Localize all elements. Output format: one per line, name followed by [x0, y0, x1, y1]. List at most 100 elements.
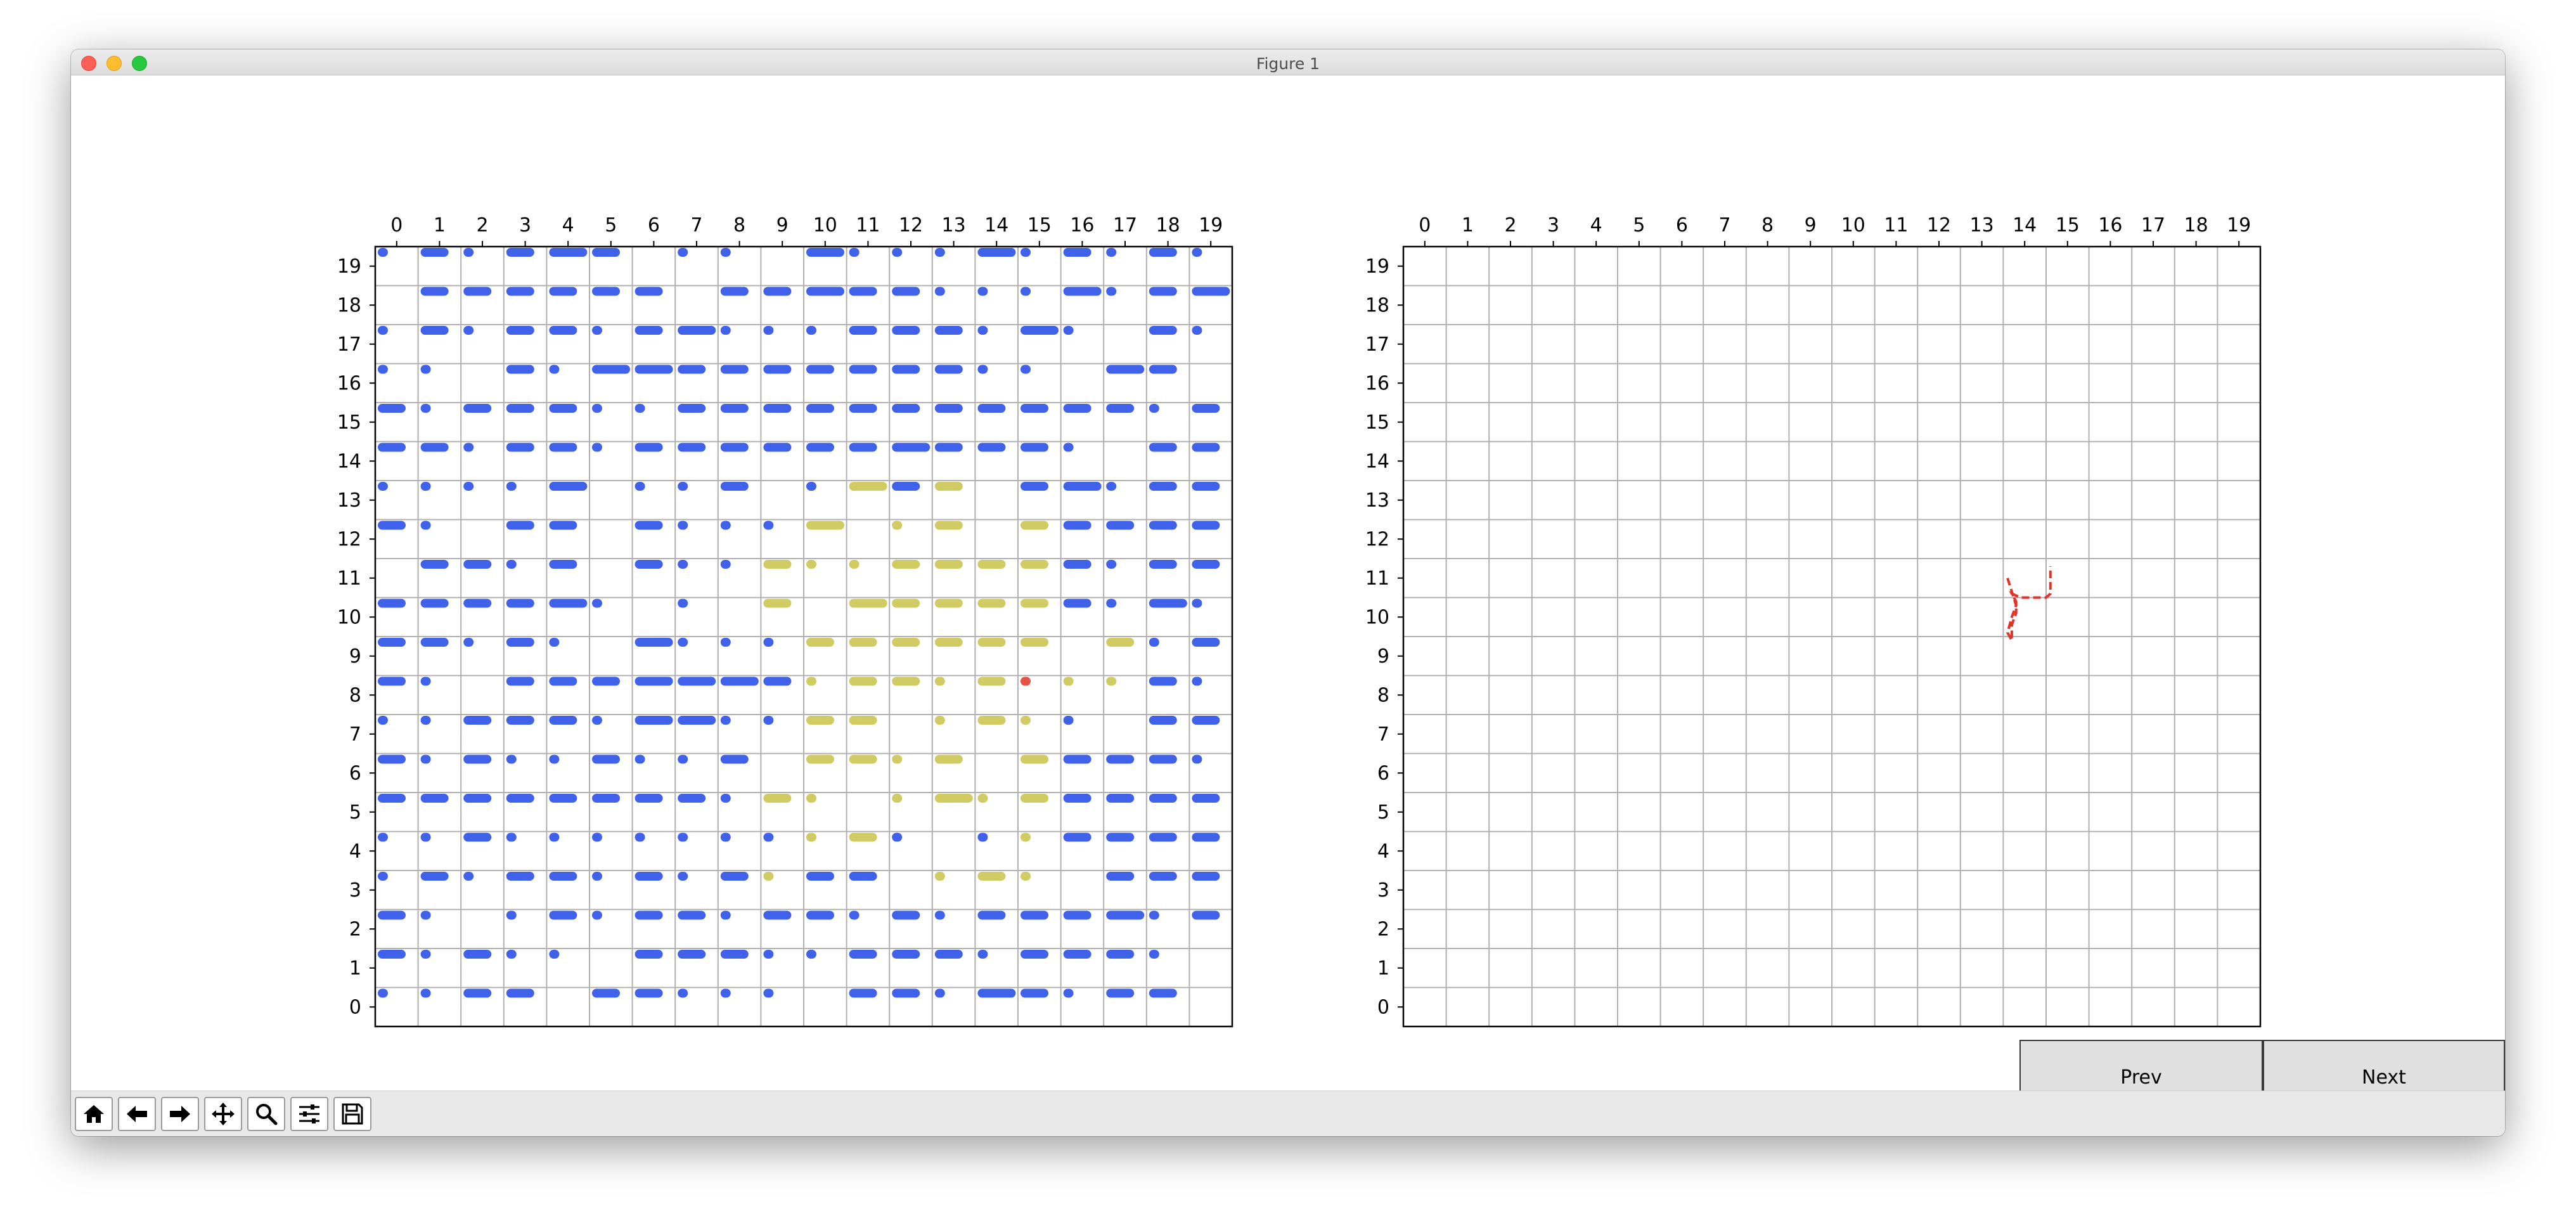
save-button[interactable]: [333, 1097, 371, 1131]
grid-cell-mark: [1021, 716, 1031, 725]
grid-cell-mark: [720, 443, 749, 452]
grid-cell-mark: [977, 676, 1006, 686]
grid-cell-mark: [678, 482, 688, 491]
right-y-tick-label: 0: [1377, 996, 1389, 1018]
left-x-tick-label: 17: [1113, 214, 1137, 236]
grid-cell-mark: [1021, 599, 1048, 608]
grid-cell-mark: [763, 287, 792, 296]
grid-cell-mark: [634, 794, 663, 803]
navigation-toolbar: [71, 1091, 2505, 1136]
grid-cell-mark: [678, 832, 688, 842]
grid-cell-mark: [506, 560, 517, 569]
grid-cell-mark: [806, 521, 844, 530]
right-y-tick-label: 3: [1377, 879, 1389, 902]
grid-cell-mark: [806, 716, 834, 725]
grid-cell-mark: [977, 287, 988, 296]
grid-cell-mark: [849, 872, 877, 881]
grid-cell-mark: [1063, 326, 1074, 335]
grid-cell-mark: [1149, 599, 1187, 608]
grid-cell-mark: [1063, 404, 1092, 413]
grid-cell-mark: [720, 950, 749, 959]
grid-cell-mark: [763, 910, 792, 920]
grid-cell-mark: [849, 716, 877, 725]
back-arrow-icon: [127, 1106, 147, 1122]
left-x-tick-label: 14: [984, 214, 1008, 236]
grid-cell-mark: [378, 248, 388, 257]
grid-cell-mark: [1021, 326, 1059, 335]
grid-cell-mark: [1021, 950, 1048, 959]
grid-cell-mark: [720, 248, 731, 257]
left-x-tick-label: 16: [1070, 214, 1094, 236]
grid-cell-mark: [1106, 521, 1135, 530]
left-y-tick-label: 8: [349, 684, 361, 706]
grid-cell-mark: [634, 638, 673, 647]
grid-cell-mark: [977, 910, 1006, 920]
grid-cell-mark: [849, 326, 877, 335]
grid-cell-mark: [806, 638, 834, 647]
left-x-tick-label: 6: [648, 214, 660, 236]
grid-cell-mark: [1063, 754, 1092, 764]
home-button[interactable]: [75, 1097, 113, 1131]
left-x-tick-label: 4: [562, 214, 574, 236]
grid-cell-mark: [678, 365, 706, 374]
forward-arrow-icon: [170, 1106, 190, 1122]
right-y-tick-label: 11: [1365, 567, 1389, 590]
grid-cell-mark: [592, 676, 620, 686]
grid-cell-mark: [806, 832, 816, 842]
grid-cell-mark: [506, 482, 517, 491]
grid-cell-mark: [1149, 248, 1177, 257]
grid-cell-mark: [592, 988, 620, 998]
grid-cell-mark: [977, 404, 1006, 413]
grid-cell-mark: [1149, 988, 1177, 998]
grid-cell-mark: [934, 404, 963, 413]
configure-subplots-button[interactable]: [290, 1097, 328, 1131]
grid-cell-mark: [1106, 404, 1135, 413]
grid-cell-mark: [420, 754, 431, 764]
grid-cell-mark: [720, 482, 749, 491]
pan-button[interactable]: [204, 1097, 242, 1131]
grid-cell-mark: [1063, 716, 1074, 725]
right-x-tick-label: 4: [1590, 214, 1602, 236]
left-x-tick-label: 3: [519, 214, 531, 236]
grid-cell-mark: [977, 560, 1006, 569]
left-y-tick-label: 18: [337, 294, 361, 316]
title-bar: Figure 1: [71, 49, 2505, 75]
grid-cell-mark: [1063, 910, 1092, 920]
grid-cell-mark: [1063, 443, 1074, 452]
grid-cell-mark: [977, 443, 1006, 452]
right-y-tick-label: 15: [1365, 411, 1389, 434]
grid-cell-mark: [763, 365, 792, 374]
grid-cell-mark: [1106, 872, 1135, 881]
grid-cell-mark: [1063, 599, 1092, 608]
grid-cell-mark: [1149, 872, 1177, 881]
grid-cell-mark: [463, 248, 474, 257]
grid-cell-mark: [1106, 599, 1117, 608]
grid-cell-mark: [506, 676, 534, 686]
grid-cell-mark: [892, 248, 903, 257]
grid-cell-mark: [592, 326, 602, 335]
right-y-tick-label: 12: [1365, 528, 1389, 550]
grid-cell-mark: [592, 910, 602, 920]
grid-cell-mark: [678, 872, 688, 881]
grid-cell-mark: [549, 365, 560, 374]
grid-cell-mark: [378, 326, 388, 335]
forward-button[interactable]: [161, 1097, 199, 1131]
back-button[interactable]: [118, 1097, 156, 1131]
grid-cell-mark: [806, 482, 816, 491]
left-y-tick-label: 7: [349, 723, 361, 746]
grid-cell-mark: [720, 716, 731, 725]
grid-cell-mark: [506, 365, 534, 374]
grid-cell-mark: [378, 988, 388, 998]
grid-cell-mark: [420, 560, 449, 569]
grid-cell-mark: [678, 676, 716, 686]
grid-cell-mark: [634, 676, 673, 686]
left-x-tick-label: 10: [813, 214, 837, 236]
zoom-button[interactable]: [247, 1097, 285, 1131]
grid-cell-mark: [549, 404, 577, 413]
grid-cell-mark: [934, 326, 963, 335]
grid-cell-mark: [1192, 404, 1220, 413]
grid-cell-mark: [892, 560, 920, 569]
grid-cell-mark: [977, 326, 988, 335]
grid-cell-mark: [634, 872, 663, 881]
grid-cell-mark: [678, 754, 688, 764]
